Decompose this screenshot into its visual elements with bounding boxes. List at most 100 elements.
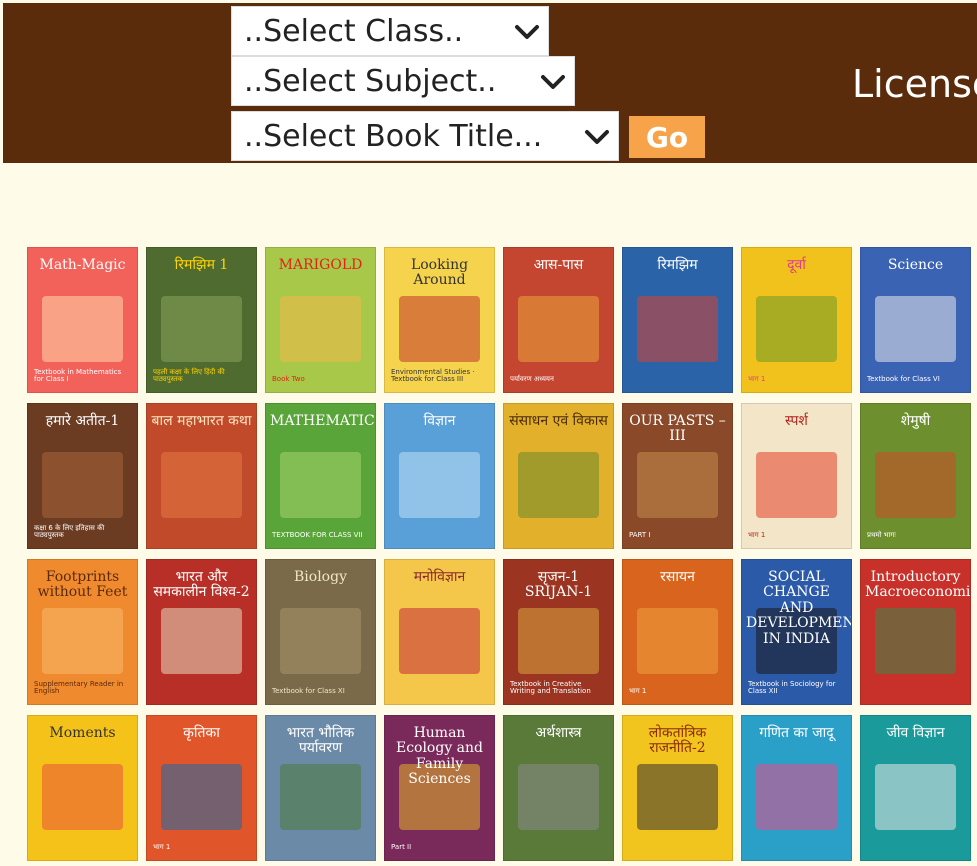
cover-illustration	[518, 764, 599, 830]
book-cover[interactable]: Biology Textbook for Class XI	[265, 559, 376, 705]
book-cover[interactable]: SOCIAL CHANGE AND DEVELOPMENT IN INDIA Te…	[741, 559, 852, 705]
book-cover[interactable]: अर्थशास्त्र	[503, 715, 614, 861]
book-subtitle: Textbook for Class VI	[867, 375, 940, 384]
cover-illustration	[756, 452, 837, 518]
book-subtitle: Textbook in Sociology for Class XII	[748, 679, 836, 696]
book-subtitle: Textbook for Class XI	[272, 687, 345, 696]
book-cover[interactable]: MATHEMATICS TEXTBOOK FOR CLASS VII	[265, 403, 376, 549]
book-subtitle: PART I	[629, 531, 651, 540]
book-title: अर्थशास्त्र	[535, 725, 582, 741]
select-class-dropdown[interactable]: ..Select Class..	[231, 6, 549, 56]
book-title: Biology	[294, 569, 347, 585]
book-cover[interactable]: विज्ञान	[384, 403, 495, 549]
book-cover[interactable]: मनोविज्ञान	[384, 559, 495, 705]
cover-illustration	[756, 296, 837, 362]
book-title: सृजन-1 SRIJAN-1	[524, 569, 593, 601]
book-cover[interactable]: भारत और समकालीन विश्व-2	[146, 559, 257, 705]
book-cover[interactable]: लोकतांत्रिक राजनीति-2	[622, 715, 733, 861]
cover-illustration	[280, 608, 361, 674]
book-cover[interactable]: कृतिका भाग 1	[146, 715, 257, 861]
book-cover[interactable]: शेमुषी प्रथमो भागः	[860, 403, 971, 549]
cover-illustration	[161, 452, 242, 518]
cover-illustration	[42, 296, 123, 362]
book-subtitle: भाग 1	[748, 531, 766, 540]
book-title: Science	[887, 257, 944, 273]
book-title: भारत भौतिक पर्यावरण	[286, 725, 355, 757]
book-cover[interactable]: Human Ecology and Family Sciences Part II	[384, 715, 495, 861]
book-title: शेमुषी	[900, 413, 931, 429]
cover-illustration	[637, 608, 718, 674]
book-title: विज्ञान	[423, 413, 456, 429]
book-cover[interactable]: दूर्वा भाग 1	[741, 247, 852, 393]
book-cover[interactable]: रिमझिम	[622, 247, 733, 393]
cover-illustration	[399, 608, 480, 674]
book-title: स्पर्श	[785, 413, 808, 429]
cover-illustration	[280, 452, 361, 518]
book-cover[interactable]: भारत भौतिक पर्यावरण	[265, 715, 376, 861]
book-subtitle: TEXTBOOK FOR CLASS VII	[272, 531, 363, 540]
book-title: संसाधन एवं विकास	[509, 413, 608, 429]
book-title: बाल महाभारत कथा	[151, 413, 252, 429]
book-title: Footprints without Feet	[37, 569, 128, 601]
book-cover[interactable]: सृजन-1 SRIJAN-1 Textbook in Creative Writ…	[503, 559, 614, 705]
book-title: रसायन	[660, 569, 695, 585]
book-subtitle: कक्षा 6 के लिए इतिहास की पाठ्यपुस्तक	[34, 523, 105, 540]
book-title: दूर्वा	[787, 257, 806, 273]
cover-illustration	[42, 608, 123, 674]
book-cover[interactable]: रिमझिम 1 पहली कक्षा के लिए हिंदी की पाठ्य…	[146, 247, 257, 393]
cover-illustration	[518, 608, 599, 674]
book-subtitle: पहली कक्षा के लिए हिंदी की पाठ्यपुस्तक	[153, 367, 225, 384]
chevron-down-icon	[515, 25, 539, 39]
book-title: Math-Magic	[39, 257, 126, 273]
book-cover[interactable]: संसाधन एवं विकास	[503, 403, 614, 549]
book-title: लोकतांत्रिक राजनीति-2	[648, 725, 707, 757]
book-cover[interactable]: स्पर्श भाग 1	[741, 403, 852, 549]
cover-illustration	[637, 296, 718, 362]
book-title: आस-पास	[533, 257, 584, 273]
chevron-down-icon	[541, 75, 565, 89]
book-cover[interactable]: Moments	[27, 715, 138, 861]
book-cover[interactable]: OUR PASTS – III PART I	[622, 403, 733, 549]
book-title: रिमझिम	[657, 257, 698, 273]
book-cover[interactable]: Looking Around Environmental Studies · Te…	[384, 247, 495, 393]
book-subtitle: पर्यावरण अध्ययन	[510, 375, 554, 384]
cover-illustration	[161, 764, 242, 830]
chevron-down-icon	[585, 130, 609, 144]
book-cover[interactable]: आस-पास पर्यावरण अध्ययन	[503, 247, 614, 393]
book-title: हमारे अतीत-1	[45, 413, 120, 429]
cover-illustration	[875, 452, 956, 518]
book-title: मनोविज्ञान	[413, 569, 466, 585]
license-link[interactable]: License	[852, 62, 977, 106]
book-cover[interactable]: गणित का जादू	[741, 715, 852, 861]
book-title: OUR PASTS – III	[629, 413, 726, 445]
book-cover[interactable]: Introductory Macroeconomics	[860, 559, 971, 705]
cover-illustration	[518, 452, 599, 518]
select-book-title-label: ..Select Book Title...	[244, 118, 543, 154]
book-cover[interactable]: MARIGOLD Book Two	[265, 247, 376, 393]
book-title: Moments	[49, 725, 116, 741]
book-title: भारत और समकालीन विश्व-2	[153, 569, 250, 601]
book-cover[interactable]: Science Textbook for Class VI	[860, 247, 971, 393]
book-cover[interactable]: हमारे अतीत-1 कक्षा 6 के लिए इतिहास की पाठ…	[27, 403, 138, 549]
book-title: Introductory Macroeconomics	[865, 569, 971, 601]
cover-illustration	[637, 764, 718, 830]
select-class-label: ..Select Class..	[244, 13, 464, 49]
top-header-bar: ..Select Class.. ..Select Subject.. ..Se…	[3, 3, 977, 163]
select-book-title-dropdown[interactable]: ..Select Book Title...	[231, 111, 619, 161]
book-subtitle: Textbook in Mathematics for Class I	[34, 367, 122, 384]
select-subject-dropdown[interactable]: ..Select Subject..	[231, 56, 575, 106]
book-title: MARIGOLD	[278, 257, 363, 273]
book-cover[interactable]: रसायन भाग 1	[622, 559, 733, 705]
book-cover[interactable]: Math-Magic Textbook in Mathematics for Cl…	[27, 247, 138, 393]
book-subtitle: भाग 1	[748, 375, 766, 384]
book-subtitle: Supplementary Reader in English	[34, 679, 124, 696]
book-cover[interactable]: Footprints without Feet Supplementary Rea…	[27, 559, 138, 705]
cover-illustration	[161, 296, 242, 362]
book-title: रिमझिम 1	[174, 257, 229, 273]
book-cover[interactable]: बाल महाभारत कथा	[146, 403, 257, 549]
book-title: Human Ecology and Family Sciences	[395, 725, 484, 788]
book-title: MATHEMATICS	[270, 413, 376, 429]
cover-illustration	[518, 296, 599, 362]
book-cover[interactable]: जीव विज्ञान	[860, 715, 971, 861]
go-button[interactable]: Go	[629, 116, 705, 158]
